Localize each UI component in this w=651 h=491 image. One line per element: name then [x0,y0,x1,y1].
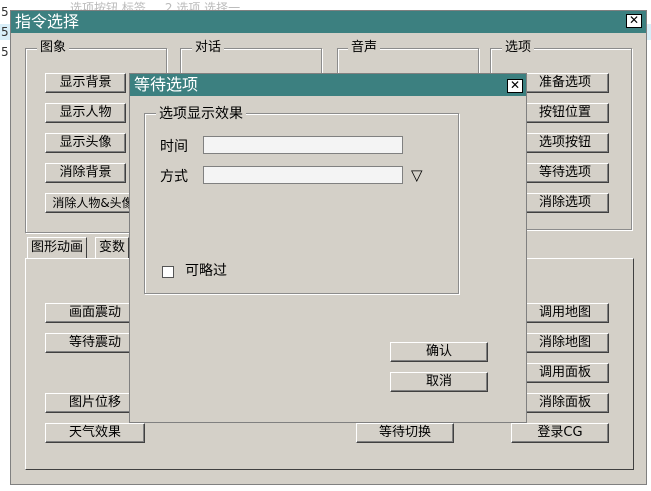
sound-group-label: 音声 [348,41,381,55]
window-titlebar[interactable]: 指令选择 [11,11,646,33]
display-effect-group-label: 选项显示效果 [156,106,246,122]
skip-checkbox[interactable] [162,266,174,278]
wait-transition-button[interactable]: 等待切换 [356,423,454,443]
tab-graphics-animation[interactable]: 图形动画 [27,237,88,258]
option-button-button[interactable]: 选项按钮 [521,133,609,153]
wait-option-dialog: 等待选项 ✕ 选项显示效果 时间 方式 ▽ 可略过 确认 取消 [129,73,527,423]
mode-label: 方式 [160,169,188,185]
clear-character-portrait-button[interactable]: 消除人物&头像 [45,193,141,213]
wait-option-button[interactable]: 等待选项 [521,163,609,183]
cancel-button[interactable]: 取消 [390,372,488,392]
skip-label: 可略过 [185,263,227,279]
button-position-button[interactable]: 按钮位置 [521,103,609,123]
weather-effect-button[interactable]: 天气效果 [45,423,145,443]
options-group-label: 选项 [502,41,535,55]
mode-dropdown[interactable] [203,166,403,184]
show-portrait-button[interactable]: 显示头像 [45,133,126,153]
clear-option-button[interactable]: 消除选项 [521,193,609,213]
tab-variables[interactable]: 变数 [95,237,130,258]
show-character-button[interactable]: 显示人物 [45,103,126,123]
prepare-option-button[interactable]: 准备选项 [521,73,609,93]
window-title: 指令选择 [15,12,80,31]
call-panel-button[interactable]: 调用面板 [521,363,609,383]
clear-map-button[interactable]: 消除地图 [521,333,609,353]
chevron-down-icon[interactable]: ▽ [411,167,423,183]
time-label: 时间 [160,139,188,155]
line-number: 5 [1,5,9,19]
line-number: 5 [1,25,9,39]
time-field[interactable] [203,136,403,154]
clear-background-button[interactable]: 消除背景 [45,163,126,183]
register-cg-button[interactable]: 登录CG [511,423,609,443]
show-background-button[interactable]: 显示背景 [45,73,126,93]
line-number: 5 [1,45,9,59]
call-map-button[interactable]: 调用地图 [521,303,609,323]
dialog-titlebar[interactable]: 等待选项 [130,74,526,96]
dialog-title: 等待选项 [134,75,199,94]
image-group-label: 图象 [37,41,70,55]
clear-panel-button[interactable]: 消除面板 [521,393,609,413]
dialog-group-label: 对话 [192,41,225,55]
confirm-button[interactable]: 确认 [390,342,488,362]
close-icon[interactable]: ✕ [626,14,642,28]
close-icon[interactable]: ✕ [507,79,523,93]
